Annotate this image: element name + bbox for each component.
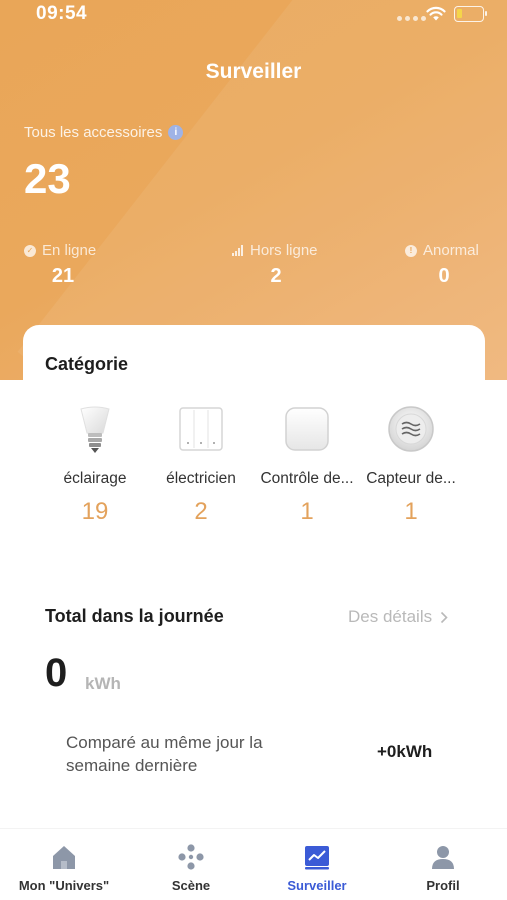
tab-bar: Mon "Univers" Scène Surveiller Profil <box>0 828 507 900</box>
status-bar: 09:54 <box>0 0 507 30</box>
category-name: électricien <box>166 470 236 487</box>
category-item-control[interactable]: Contrôle de... 1 <box>252 400 362 526</box>
compare-value: +0kWh <box>377 742 433 761</box>
stat-offline[interactable]: Hors ligne 2 <box>232 242 352 288</box>
switch-panel-icon <box>179 407 223 451</box>
bulb-icon <box>80 406 110 453</box>
category-count: 1 <box>404 498 418 525</box>
stat-offline-label: Hors ligne <box>250 242 318 259</box>
stat-abnormal-label: Anormal <box>423 242 479 259</box>
energy-value: 0 <box>45 651 68 695</box>
compare-label: Comparé au même jour la semaine dernière <box>66 733 263 775</box>
stat-online-value: 21 <box>51 265 75 287</box>
tab-label: Mon "Univers" <box>18 878 110 893</box>
energy-title: Total dans la journée <box>45 606 224 626</box>
category-item-lighting[interactable]: éclairage 19 <box>40 400 150 526</box>
signal-bars-icon <box>232 245 243 256</box>
stat-abnormal[interactable]: ! Anormal 0 <box>405 242 507 288</box>
details-label: Des détails <box>348 607 433 626</box>
energy-unit: kWh <box>85 674 121 693</box>
category-count: 2 <box>194 498 208 525</box>
tab-label: Profil <box>426 878 460 893</box>
category-name: Contrôle de... <box>260 470 354 487</box>
wifi-icon <box>426 6 446 21</box>
stat-online-label: En ligne <box>42 242 97 259</box>
sensor-icon <box>388 406 434 452</box>
battery-icon <box>454 6 487 22</box>
profile-icon <box>432 846 454 869</box>
stat-abnormal-value: 0 <box>438 265 450 287</box>
scene-dots-icon <box>178 844 204 870</box>
tab-label: Surveiller <box>287 878 347 893</box>
category-count: 19 <box>81 498 109 525</box>
home-icon <box>53 846 75 869</box>
category-item-electrician[interactable]: électricien 2 <box>146 400 256 526</box>
status-time: 09:54 <box>36 3 88 24</box>
chevron-right-icon <box>441 611 448 623</box>
cellular-signal-icon <box>397 16 426 21</box>
category-count: 1 <box>300 498 314 525</box>
info-icon[interactable]: i <box>168 125 184 140</box>
stat-offline-value: 2 <box>270 265 282 287</box>
tab-profile[interactable]: Profil <box>380 841 506 893</box>
stat-online[interactable]: ✓ En ligne 21 <box>24 242 144 288</box>
check-circle-icon: ✓ <box>24 244 36 257</box>
category-title: Catégorie <box>45 354 129 374</box>
all-accessories-label: Tous les accessoires i <box>24 124 184 141</box>
tab-monitor[interactable]: Surveiller <box>254 841 380 893</box>
control-box-icon <box>285 407 329 451</box>
tab-home[interactable]: Mon "Univers" <box>1 841 127 893</box>
all-accessories-count: 23 <box>24 155 71 202</box>
alert-circle-icon: ! <box>405 244 417 257</box>
monitor-chart-icon <box>305 846 329 870</box>
page-title: Surveiller <box>205 60 302 83</box>
category-name: Capteur de... <box>366 470 456 487</box>
category-item-sensor[interactable]: Capteur de... 1 <box>356 400 466 526</box>
details-link[interactable]: Des détails <box>348 607 448 627</box>
tab-label: Scène <box>171 878 211 893</box>
all-accessories-text: Tous les accessoires <box>24 124 163 141</box>
tab-scene[interactable]: Scène <box>128 841 254 893</box>
category-name: éclairage <box>63 470 127 487</box>
